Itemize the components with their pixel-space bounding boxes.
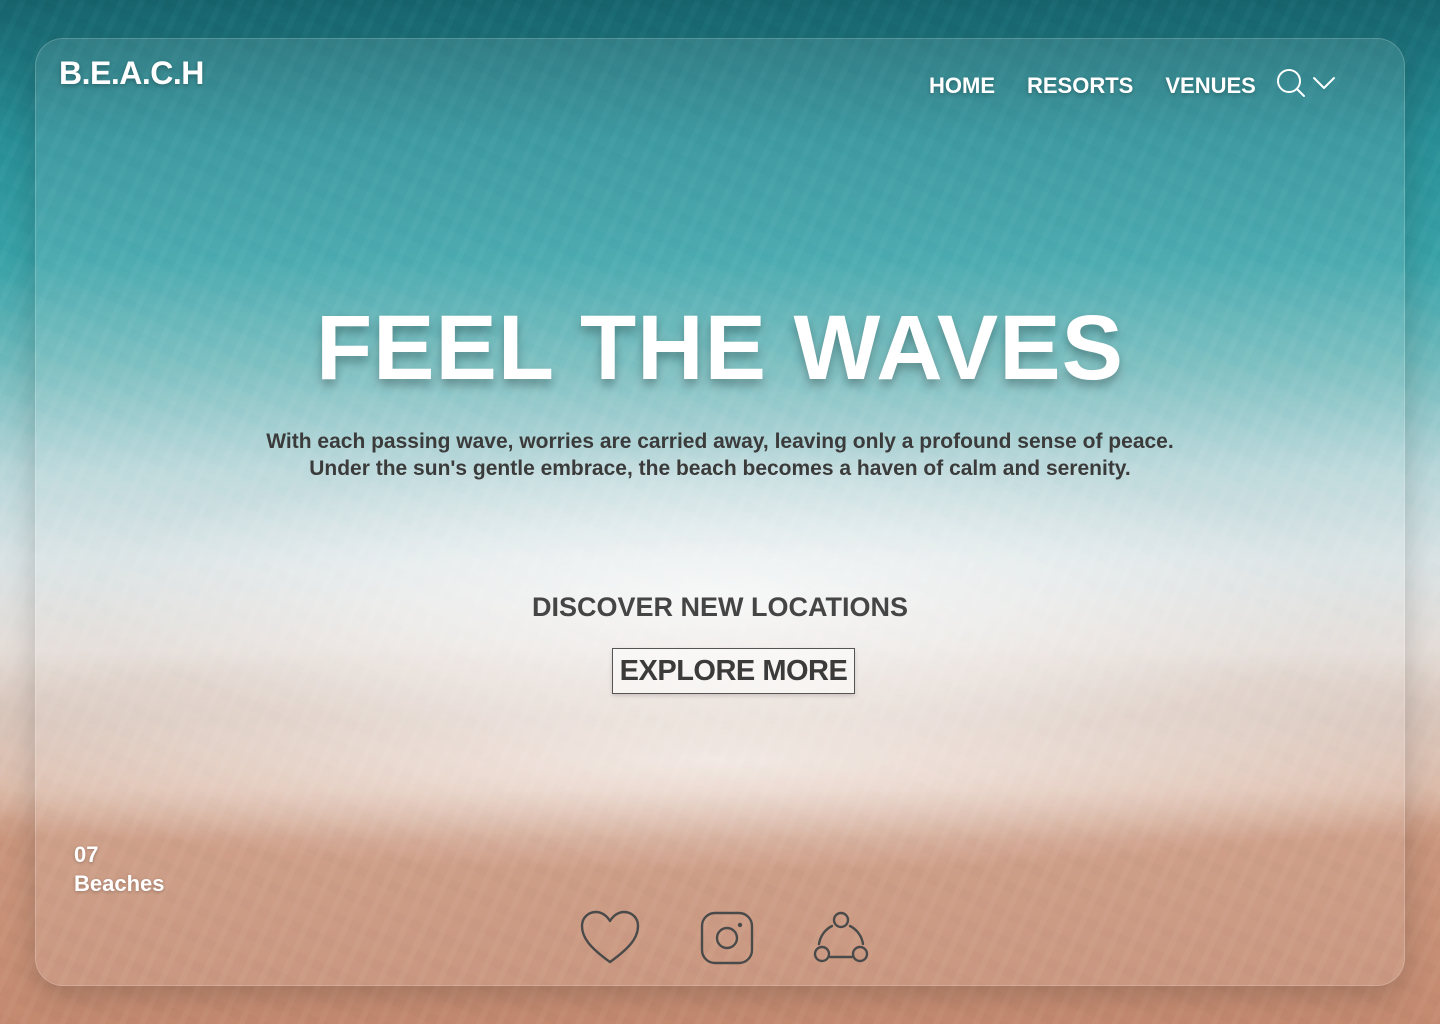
- instagram-icon[interactable]: [699, 910, 755, 971]
- hero-line-2: Under the sun's gentle embrace, the beac…: [309, 457, 1131, 480]
- nav-home[interactable]: HOME: [929, 73, 995, 99]
- discover-heading: DISCOVER NEW LOCATIONS: [531, 592, 908, 622]
- beach-count-label: Beaches: [74, 871, 165, 896]
- hero-description: With each passing wave, worries are carr…: [0, 428, 1440, 482]
- nav-venues[interactable]: VENUES: [1165, 73, 1255, 99]
- beach-count-number: 07: [74, 842, 99, 867]
- main-nav: HOME RESORTS VENUES: [929, 68, 1336, 103]
- chevron-down-icon[interactable]: [1312, 75, 1336, 96]
- hero-title: FEEL THE WAVES: [315, 297, 1125, 399]
- hero-line-1: With each passing wave, worries are carr…: [266, 430, 1174, 453]
- beach-count: 07 Beaches: [74, 840, 165, 898]
- explore-more-button[interactable]: EXPLORE MORE: [612, 648, 855, 694]
- search-icon[interactable]: [1276, 68, 1306, 103]
- glass-card: [35, 38, 1405, 986]
- share-icon[interactable]: [813, 910, 869, 971]
- nav-resorts[interactable]: RESORTS: [1027, 73, 1133, 99]
- logo[interactable]: B.E.A.C.H: [59, 55, 204, 92]
- heart-icon[interactable]: [579, 909, 641, 972]
- social-links: [579, 909, 869, 972]
- nav-icons: [1276, 68, 1336, 103]
